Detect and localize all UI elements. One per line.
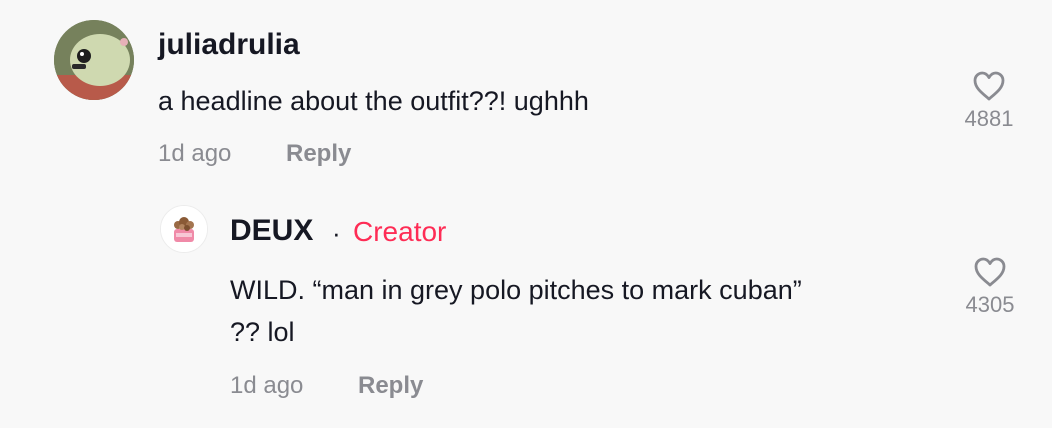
like-count: 4305 xyxy=(965,292,1015,317)
reply-button[interactable]: Reply xyxy=(286,140,351,168)
reply-username[interactable]: DEUX xyxy=(230,214,313,248)
like-count: 4881 xyxy=(964,106,1014,131)
like-button[interactable]: 4305 xyxy=(955,256,1025,318)
avatar-image xyxy=(54,20,134,100)
heart-outline-icon xyxy=(973,71,1005,101)
reply-button[interactable]: Reply xyxy=(358,372,423,400)
heart-outline-icon xyxy=(974,257,1006,287)
like-button[interactable]: 4881 xyxy=(954,70,1024,132)
creator-badge: Creator xyxy=(353,216,447,247)
comment-username[interactable]: juliadrulia xyxy=(158,28,300,62)
separator-dot: · xyxy=(332,218,341,248)
user-avatar[interactable] xyxy=(54,20,134,100)
reply-text-line-1: WILD. “man in grey polo pitches to mark … xyxy=(230,275,802,305)
reply-text-line-2: ?? lol xyxy=(230,317,295,347)
avatar-image xyxy=(161,206,207,252)
comment-thread: juliadrulia a headline about the outfit?… xyxy=(0,0,1052,428)
creator-avatar[interactable] xyxy=(160,205,208,253)
comment-timestamp: 1d ago xyxy=(158,140,232,167)
reply-timestamp: 1d ago xyxy=(230,372,304,399)
comment-text: a headline about the outfit??! ughhh xyxy=(158,86,589,116)
